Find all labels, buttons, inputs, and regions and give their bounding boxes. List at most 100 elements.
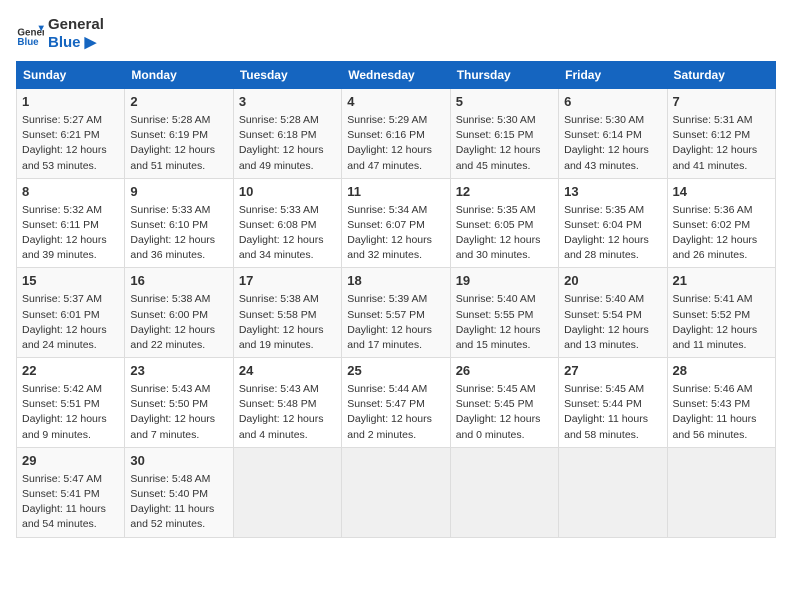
day-number: 24 (239, 362, 336, 381)
calendar-header-row: SundayMondayTuesdayWednesdayThursdayFrid… (17, 62, 776, 89)
calendar-cell: 16Sunrise: 5:38 AMSunset: 6:00 PMDayligh… (125, 268, 233, 358)
day-number: 8 (22, 183, 119, 202)
logo-general: General (48, 16, 104, 33)
calendar-cell: 27Sunrise: 5:45 AMSunset: 5:44 PMDayligh… (559, 358, 667, 448)
calendar-cell: 15Sunrise: 5:37 AMSunset: 6:01 PMDayligh… (17, 268, 125, 358)
calendar-cell: 24Sunrise: 5:43 AMSunset: 5:48 PMDayligh… (233, 358, 341, 448)
sunrise: Sunrise: 5:38 AM (130, 293, 210, 305)
week-row-2: 8Sunrise: 5:32 AMSunset: 6:11 PMDaylight… (17, 178, 776, 268)
sunrise: Sunrise: 5:36 AM (673, 204, 753, 216)
sunrise: Sunrise: 5:44 AM (347, 383, 427, 395)
sunrise: Sunrise: 5:37 AM (22, 293, 102, 305)
calendar-cell: 10Sunrise: 5:33 AMSunset: 6:08 PMDayligh… (233, 178, 341, 268)
sunset: Sunset: 5:51 PM (22, 398, 100, 410)
daylight-label: Daylight: 12 hours and 22 minutes. (130, 324, 215, 351)
sunset: Sunset: 6:16 PM (347, 129, 425, 141)
day-number: 10 (239, 183, 336, 202)
calendar-cell: 23 Sunrise: 5:43 AM Sunset: 5:50 PM Dayligh… (125, 358, 233, 448)
calendar-cell: 11Sunrise: 5:34 AMSunset: 6:07 PMDayligh… (342, 178, 450, 268)
calendar-cell (667, 447, 775, 537)
sunrise: Sunrise: 5:45 AM (456, 383, 536, 395)
calendar-cell: 3Sunrise: 5:28 AMSunset: 6:18 PMDaylight… (233, 89, 341, 179)
daylight-label: Daylight: 12 hours and 34 minutes. (239, 234, 324, 261)
daylight-label: Daylight: 12 hours and 15 minutes. (456, 324, 541, 351)
daylight-label: Daylight: 12 hours and 2 minutes. (347, 413, 432, 440)
sunset: Sunset: 5:50 PM (130, 398, 208, 410)
week-row-3: 15Sunrise: 5:37 AMSunset: 6:01 PMDayligh… (17, 268, 776, 358)
logo-icon: General Blue (16, 20, 44, 48)
sunset: Sunset: 5:52 PM (673, 309, 751, 321)
daylight-label: Daylight: 12 hours and 7 minutes. (130, 413, 215, 440)
daylight-label: Daylight: 12 hours and 28 minutes. (564, 234, 649, 261)
sunset: Sunset: 6:11 PM (22, 219, 99, 231)
calendar-cell: 14Sunrise: 5:36 AMSunset: 6:02 PMDayligh… (667, 178, 775, 268)
sunset: Sunset: 5:54 PM (564, 309, 642, 321)
calendar-cell: 12Sunrise: 5:35 AMSunset: 6:05 PMDayligh… (450, 178, 558, 268)
sunset: Sunset: 6:18 PM (239, 129, 317, 141)
day-number: 26 (456, 362, 553, 381)
sunset: Sunset: 5:40 PM (130, 488, 208, 500)
week-row-5: 29Sunrise: 5:47 AMSunset: 5:41 PMDayligh… (17, 447, 776, 537)
sunrise: Sunrise: 5:28 AM (130, 114, 210, 126)
daylight-label: Daylight: 12 hours and 47 minutes. (347, 144, 432, 171)
daylight-label: Daylight: 12 hours and 24 minutes. (22, 324, 107, 351)
sunrise: Sunrise: 5:35 AM (564, 204, 644, 216)
header-thursday: Thursday (450, 62, 558, 89)
day-number: 27 (564, 362, 661, 381)
calendar-cell (450, 447, 558, 537)
daylight-label: Daylight: 12 hours and 26 minutes. (673, 234, 758, 261)
day-number: 22 (22, 362, 119, 381)
daylight-label: Daylight: 12 hours and 9 minutes. (22, 413, 107, 440)
sunset: Sunset: 6:21 PM (22, 129, 100, 141)
sunrise: Sunrise: 5:30 AM (456, 114, 536, 126)
sunset: Sunset: 6:10 PM (130, 219, 208, 231)
daylight-label: Daylight: 12 hours and 41 minutes. (673, 144, 758, 171)
daylight-label: Daylight: 11 hours and 56 minutes. (673, 413, 757, 440)
daylight-label: Daylight: 12 hours and 0 minutes. (456, 413, 541, 440)
daylight-label: Daylight: 12 hours and 53 minutes. (22, 144, 107, 171)
sunset: Sunset: 5:48 PM (239, 398, 317, 410)
calendar-cell: 26 Sunrise: 5:45 AM Sunset: 5:45 PM Dayligh… (450, 358, 558, 448)
day-number: 3 (239, 93, 336, 112)
sunset: Sunset: 5:57 PM (347, 309, 425, 321)
sunset: Sunset: 6:07 PM (347, 219, 425, 231)
calendar-cell: 4Sunrise: 5:29 AMSunset: 6:16 PMDaylight… (342, 89, 450, 179)
calendar-cell (233, 447, 341, 537)
daylight-label: Daylight: 12 hours and 30 minutes. (456, 234, 541, 261)
day-number: 11 (347, 183, 444, 202)
daylight-label: Daylight: 11 hours and 54 minutes. (22, 503, 106, 530)
sunrise: Sunrise: 5:27 AM (22, 114, 102, 126)
calendar-cell: 25Sunrise: 5:44 AMSunset: 5:47 PMDayligh… (342, 358, 450, 448)
daylight-label: Daylight: 12 hours and 19 minutes. (239, 324, 324, 351)
calendar-cell: 19Sunrise: 5:40 AMSunset: 5:55 PMDayligh… (450, 268, 558, 358)
day-number: 9 (130, 183, 227, 202)
sunset: Sunset: 6:04 PM (564, 219, 642, 231)
calendar-cell: 8Sunrise: 5:32 AMSunset: 6:11 PMDaylight… (17, 178, 125, 268)
sunrise: Sunrise: 5:40 AM (456, 293, 536, 305)
calendar-cell: 6Sunrise: 5:30 AMSunset: 6:14 PMDaylight… (559, 89, 667, 179)
sunrise: Sunrise: 5:41 AM (673, 293, 753, 305)
sunset: Sunset: 5:43 PM (673, 398, 751, 410)
daylight-label: Daylight: 11 hours and 58 minutes. (564, 413, 648, 440)
sunrise: Sunrise: 5:43 AM (130, 383, 210, 395)
daylight-label: Daylight: 12 hours and 43 minutes. (564, 144, 649, 171)
header-wednesday: Wednesday (342, 62, 450, 89)
sunset: Sunset: 6:19 PM (130, 129, 208, 141)
header-sunday: Sunday (17, 62, 125, 89)
sunrise: Sunrise: 5:35 AM (456, 204, 536, 216)
week-row-4: 22Sunrise: 5:42 AMSunset: 5:51 PMDayligh… (17, 358, 776, 448)
day-number: 25 (347, 362, 444, 381)
calendar-cell: 18Sunrise: 5:39 AMSunset: 5:57 PMDayligh… (342, 268, 450, 358)
calendar-cell: 2Sunrise: 5:28 AMSunset: 6:19 PMDaylight… (125, 89, 233, 179)
calendar-cell: 22Sunrise: 5:42 AMSunset: 5:51 PMDayligh… (17, 358, 125, 448)
daylight-label: Daylight: 12 hours and 49 minutes. (239, 144, 324, 171)
daylight-label: Daylight: 12 hours and 11 minutes. (673, 324, 758, 351)
calendar-cell: 17Sunrise: 5:38 AMSunset: 5:58 PMDayligh… (233, 268, 341, 358)
sunrise: Sunrise: 5:47 AM (22, 473, 102, 485)
day-number: 18 (347, 272, 444, 291)
sunset: Sunset: 5:45 PM (456, 398, 534, 410)
sunset: Sunset: 6:15 PM (456, 129, 534, 141)
day-number: 23 (130, 362, 227, 381)
day-number: 2 (130, 93, 227, 112)
sunset: Sunset: 5:55 PM (456, 309, 534, 321)
